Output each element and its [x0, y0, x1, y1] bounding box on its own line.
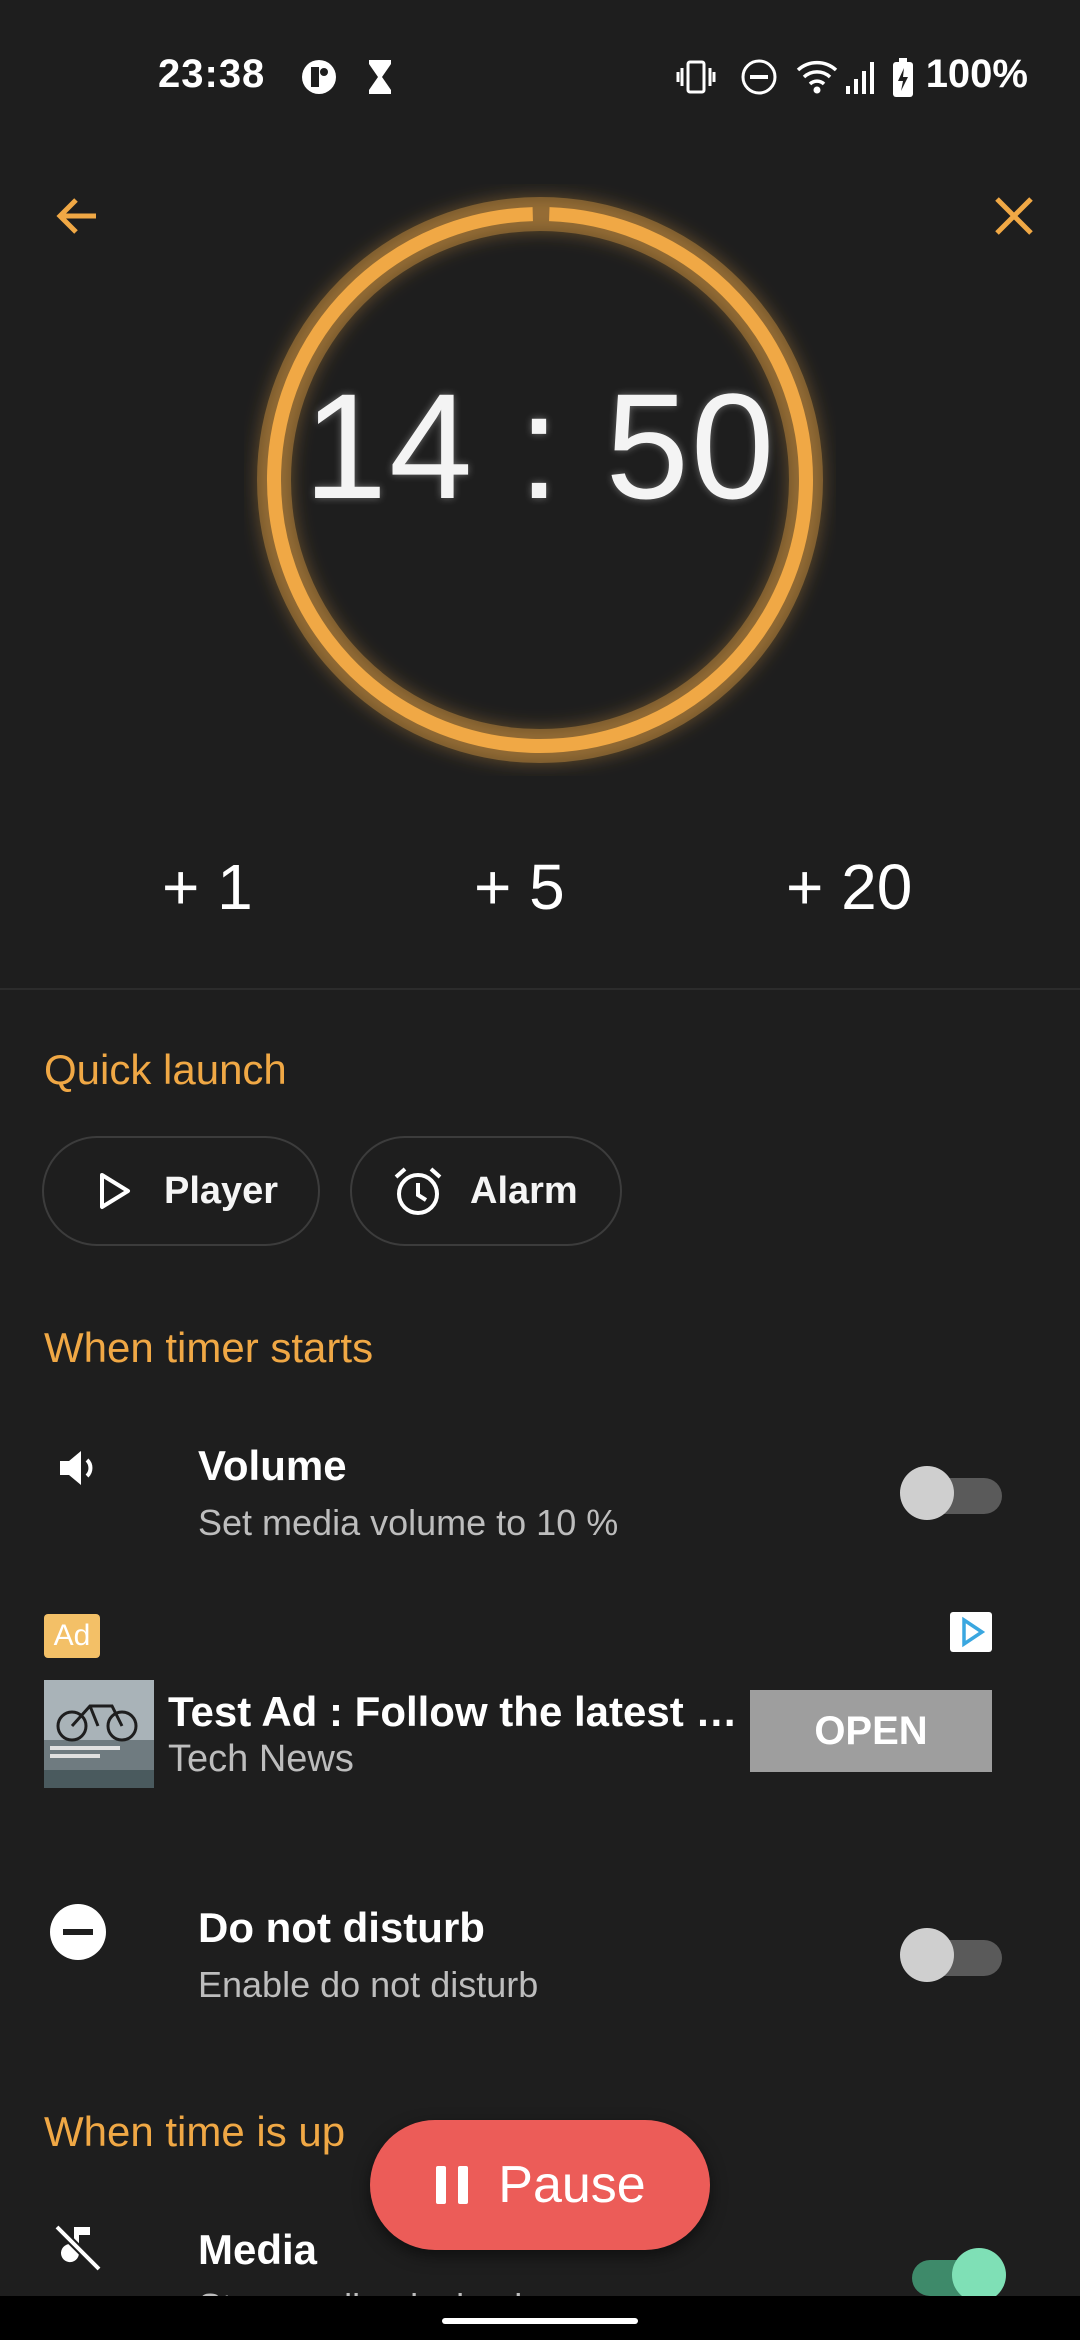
dnd-title: Do not disturb — [198, 1904, 485, 1951]
section-title-when-timer-starts: When timer starts — [44, 1324, 374, 1371]
do-not-disturb-row-icon — [46, 1900, 110, 1964]
signal-icon — [844, 58, 876, 101]
media-toggle[interactable] — [900, 2246, 1006, 2302]
player-chip[interactable]: Player — [42, 1136, 320, 1246]
home-gesture-handle[interactable] — [442, 2318, 638, 2324]
close-button[interactable] — [974, 178, 1054, 258]
timer-display: 14 : 50 — [303, 362, 777, 530]
volume-icon — [46, 1436, 110, 1500]
ad-image[interactable] — [44, 1680, 154, 1788]
add-1-minute-button[interactable]: + 1 — [162, 850, 253, 924]
arrow-left-icon — [54, 192, 102, 245]
back-button[interactable] — [38, 178, 118, 258]
dnd-toggle[interactable] — [900, 1926, 1002, 1982]
divider — [0, 988, 1080, 990]
battery-charging-icon — [892, 58, 914, 103]
volume-toggle[interactable] — [900, 1464, 1002, 1520]
alarm-clock-icon — [390, 1163, 446, 1219]
ad-source: Tech News — [168, 1738, 354, 1780]
player-chip-label: Player — [164, 1169, 279, 1212]
dnd-subtitle: Enable do not disturb — [198, 1964, 539, 2005]
vibrate-icon — [676, 58, 716, 101]
volume-title: Volume — [198, 1442, 347, 1489]
do-not-disturb-icon — [740, 58, 778, 101]
alarm-chip[interactable]: Alarm — [350, 1136, 622, 1246]
ad-choices-icon[interactable] — [950, 1612, 992, 1652]
app-icon — [300, 58, 338, 101]
add-5-minutes-button[interactable]: + 5 — [474, 850, 565, 924]
media-title: Media — [198, 2226, 318, 2273]
hourglass-icon — [366, 58, 394, 101]
status-time: 23:38 — [158, 52, 266, 96]
pause-button[interactable]: Pause — [370, 2120, 710, 2250]
ad-open-button[interactable]: OPEN — [750, 1690, 992, 1772]
section-title-quick-launch: Quick launch — [44, 1046, 287, 1093]
volume-subtitle: Set media volume to 10 % — [198, 1502, 619, 1543]
wifi-icon — [796, 58, 838, 101]
close-icon — [992, 194, 1036, 243]
battery-percent: 100% — [925, 52, 1028, 96]
play-icon — [94, 1171, 138, 1211]
pause-label: Pause — [498, 2156, 646, 2214]
ad-title[interactable]: Test Ad : Follow the latest … — [168, 1688, 738, 1736]
pause-icon — [434, 2164, 470, 2206]
section-title-when-time-is-up: When time is up — [44, 2108, 346, 2155]
ad-badge: Ad — [44, 1614, 100, 1658]
alarm-chip-label: Alarm — [470, 1169, 578, 1212]
media-subtitle: Stop media playback — [198, 2286, 532, 2296]
add-20-minutes-button[interactable]: + 20 — [786, 850, 912, 924]
music-off-icon — [46, 2216, 110, 2280]
